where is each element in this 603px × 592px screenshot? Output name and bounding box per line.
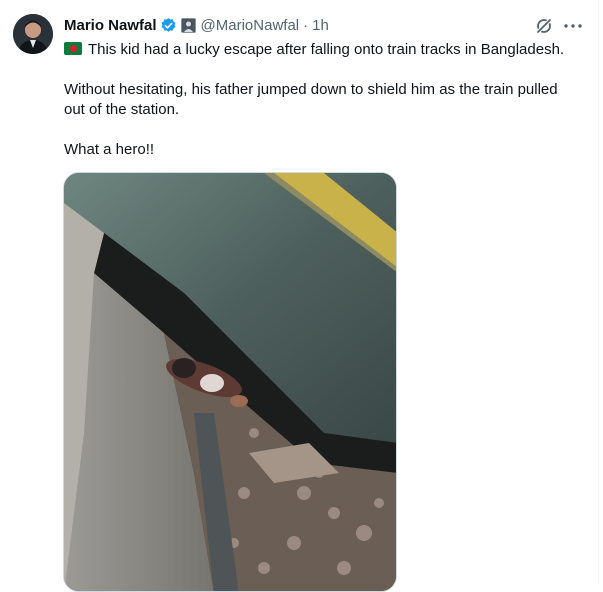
verified-badge-icon[interactable] [160, 17, 177, 34]
tweet-line-3: out of the station. [64, 101, 180, 118]
avatar[interactable] [13, 14, 53, 54]
author-name[interactable]: Mario Nawfal [64, 17, 157, 34]
grok-icon[interactable] [534, 16, 554, 36]
timeline-divider [598, 0, 599, 583]
tweet-line-1: This kid had a lucky escape after fallin… [64, 40, 594, 60]
author-handle[interactable]: @MarioNawfal [201, 17, 300, 34]
tweet-video[interactable] [63, 172, 397, 592]
affiliate-badge-icon[interactable] [180, 17, 196, 33]
tweet-line-4: What a hero!! [64, 141, 155, 158]
tweet-text: This kid had a lucky escape after fallin… [64, 40, 594, 160]
separator-dot: · [303, 16, 309, 34]
bangladesh-flag-icon [64, 42, 82, 55]
timestamp[interactable]: 1h [312, 17, 329, 34]
tweet[interactable]: Mario Nawfal @MarioNawfal · 1h This kid … [0, 0, 603, 592]
tweet-header: Mario Nawfal @MarioNawfal · 1h [64, 14, 329, 36]
tweet-line-2: Without hesitating, his father jumped do… [64, 81, 558, 98]
tweet-line-1-text: This kid had a lucky escape after fallin… [88, 41, 565, 58]
more-options-icon[interactable] [562, 16, 584, 36]
